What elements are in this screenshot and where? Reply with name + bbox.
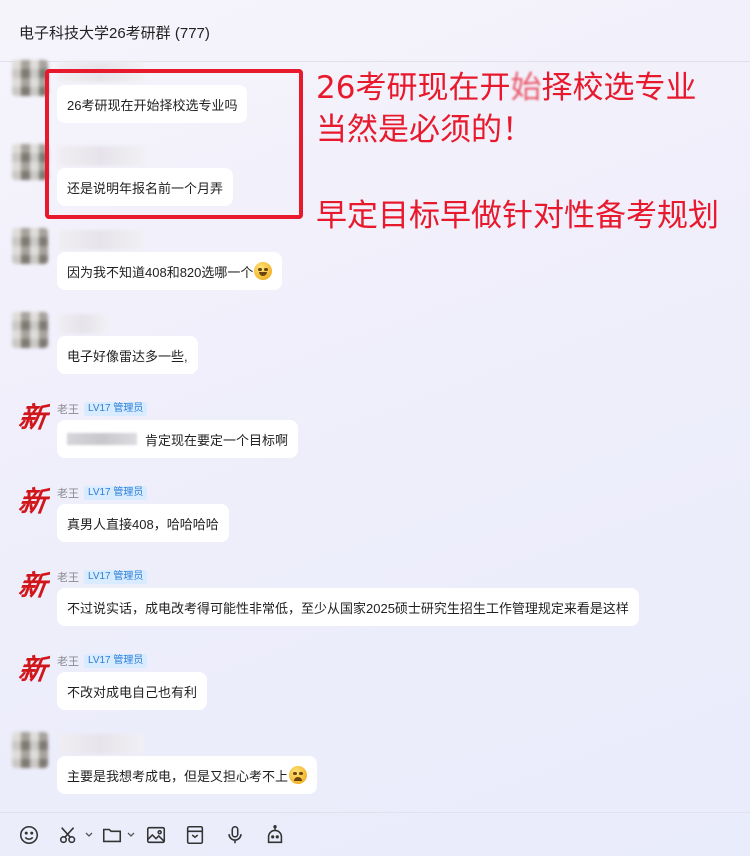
message-bubble[interactable]: 电子好像雷达多一些, (57, 336, 198, 374)
sender-meta: 老王 LV17 管理员 (57, 401, 148, 417)
annotation-line-2: 当然是必须的！ (316, 112, 533, 148)
annotation-line-3: 早定目标早做针对性备考规划 (316, 198, 719, 234)
sender-name (58, 734, 144, 754)
level-badge: LV17 管理员 (84, 402, 148, 416)
microphone-icon[interactable] (224, 824, 246, 846)
avatar[interactable] (12, 228, 48, 264)
sender-name: 老王 (57, 656, 79, 668)
mention-redacted (67, 433, 137, 445)
message-bubble[interactable]: 主要是我想考成电，但是又担心考不上 (57, 756, 318, 794)
chevron-down-icon[interactable] (85, 827, 93, 841)
message-text: 不改对成电自己也有利 (67, 684, 198, 700)
message-text: 主要是我想考成电，但是又担心考不上 (67, 768, 289, 784)
pleading-emoji-icon (289, 766, 308, 784)
avatar[interactable] (12, 312, 48, 348)
sender-meta: 老王 LV17 管理员 (57, 569, 148, 585)
level-badge: LV17 管理员 (84, 570, 148, 584)
message-text: 电子好像雷达多一些, (67, 348, 188, 364)
avatar[interactable] (12, 732, 48, 768)
avatar[interactable]: 新 (14, 566, 50, 602)
sender-name: 老王 (57, 488, 79, 500)
level-badge: LV17 管理员 (84, 654, 148, 668)
avatar[interactable]: 新 (14, 482, 50, 518)
robot-icon[interactable] (264, 824, 286, 846)
input-toolbar (0, 812, 750, 856)
emoji-icon[interactable] (18, 824, 40, 846)
message-text: 真男人直接408，哈哈哈哈 (67, 516, 219, 532)
chat-header: 电子科技大学26考研群 (777) (0, 0, 750, 62)
avatar[interactable]: 新 (14, 650, 50, 686)
folder-icon[interactable] (101, 824, 123, 846)
avatar[interactable] (12, 60, 48, 96)
avatar[interactable]: 新 (14, 398, 50, 434)
level-badge: LV17 管理员 (84, 486, 148, 500)
sender-name: 老王 (57, 572, 79, 584)
message-text: 因为我不知道408和820选哪一个 (67, 264, 254, 280)
sender-meta: 老王 LV17 管理员 (57, 485, 148, 501)
message-bubble[interactable]: 真男人直接408，哈哈哈哈 (57, 504, 229, 542)
group-title[interactable]: 电子科技大学26考研群 (777) (19, 22, 210, 43)
scissors-icon[interactable] (58, 824, 80, 846)
message-text: 肯定现在要定一个目标啊 (145, 432, 289, 448)
avatar[interactable] (12, 144, 48, 180)
message-bubble[interactable]: 因为我不知道408和820选哪一个 (57, 252, 283, 290)
chevron-down-icon[interactable] (127, 827, 135, 841)
message-text: 不过说实话，成电改考得可能性非常低，至少从国家2025硕士研究生招生工作管理规定… (67, 600, 629, 616)
sender-meta: 老王 LV17 管理员 (57, 653, 148, 669)
annotation-line-1: 26考研现在开始择校选专业 (316, 70, 697, 106)
sender-name (58, 314, 108, 334)
image-icon[interactable] (145, 824, 167, 846)
laughing-tears-emoji-icon (254, 262, 273, 280)
chat-history-icon[interactable] (184, 824, 206, 846)
message-bubble[interactable]: 不改对成电自己也有利 (57, 672, 208, 710)
message-bubble[interactable]: 不过说实话，成电改考得可能性非常低，至少从国家2025硕士研究生招生工作管理规定… (57, 588, 639, 626)
highlight-box (45, 69, 303, 219)
sender-name (58, 230, 144, 250)
message-bubble[interactable]: 肯定现在要定一个目标啊 (57, 420, 299, 458)
sender-name: 老王 (57, 404, 79, 416)
